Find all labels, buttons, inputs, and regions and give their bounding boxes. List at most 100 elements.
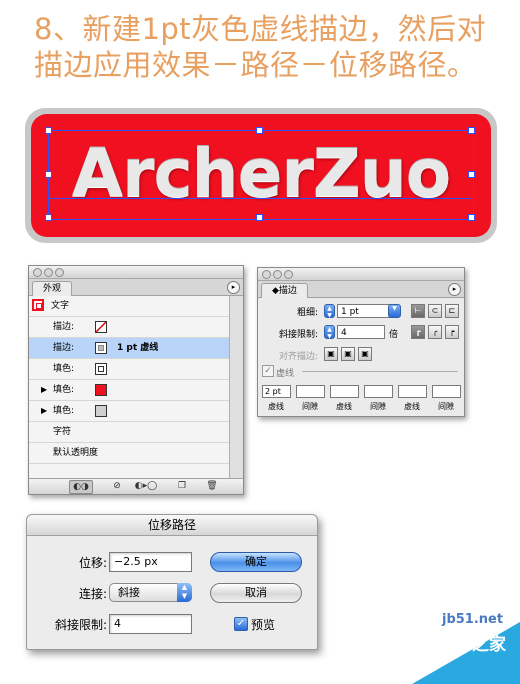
watermark-site: jb51.net <box>442 612 504 627</box>
reduce-to-basic-icon[interactable]: ◐▸◯ <box>133 480 159 492</box>
stroke-none-swatch[interactable] <box>95 321 107 333</box>
list-item[interactable]: ▶ 填色: <box>29 380 229 401</box>
stroke-description: 1 pt 虚线 <box>117 343 159 353</box>
disclosure-triangle-icon[interactable]: ▶ <box>41 401 47 421</box>
align-inside-icon[interactable]: ▣ <box>341 347 355 361</box>
miter-stepper[interactable]: ▲ ▼ <box>324 325 335 340</box>
dashed-line-checkbox[interactable]: ✓ <box>262 365 274 377</box>
join-select[interactable]: 斜接 ▲ ▼ <box>109 583 192 602</box>
selection-handle[interactable] <box>468 127 475 134</box>
gap-label: 间隙 <box>370 402 386 411</box>
tab-collapse-icon: ◆ <box>272 286 279 296</box>
selection-handle[interactable] <box>256 127 263 134</box>
dash-3-field[interactable] <box>398 385 427 398</box>
list-item[interactable]: 填色: <box>29 359 229 380</box>
weight-label: 粗细: <box>296 308 318 318</box>
close-button[interactable] <box>262 270 271 279</box>
selection-handle[interactable] <box>45 214 52 221</box>
preview-checkbox[interactable]: ✓ <box>234 617 248 631</box>
cancel-button[interactable]: 取消 <box>210 583 302 603</box>
selection-handle[interactable] <box>256 214 263 221</box>
disclosure-triangle-icon[interactable]: ▶ <box>41 380 47 400</box>
round-join-icon[interactable]: ╭ <box>428 325 442 339</box>
dialog-title: 位移路径 <box>27 515 317 536</box>
panel-titlebar <box>258 268 464 281</box>
miter-label: 斜接限制: <box>278 330 318 340</box>
selection-handle[interactable] <box>45 127 52 134</box>
dash-1-field[interactable]: 2 pt <box>262 385 291 398</box>
dash-2-field[interactable] <box>330 385 359 398</box>
dashed-line-label: 虚线 <box>276 369 295 379</box>
gap-1-field[interactable] <box>296 385 325 398</box>
minimize-button[interactable] <box>44 268 53 277</box>
selection-bounding-box[interactable] <box>48 130 474 220</box>
panel-tabbar: 外观 ▸ <box>29 279 243 296</box>
fill-gray-swatch[interactable] <box>95 405 107 417</box>
stroke-gray-swatch[interactable] <box>95 342 107 354</box>
list-item[interactable]: 文字 <box>29 296 229 317</box>
gap-2-field[interactable] <box>364 385 393 398</box>
selection-handle[interactable] <box>468 171 475 178</box>
preview-label: 预览 <box>251 618 276 632</box>
list-item-selected[interactable]: 描边: 1 pt 虚线 <box>29 338 229 359</box>
tab-stroke[interactable]: ◆描边 <box>261 283 308 298</box>
tab-label: 描边 <box>278 286 297 296</box>
baseline-guide <box>48 198 472 199</box>
panel-menu-icon[interactable]: ▸ <box>227 281 240 294</box>
miter-join-icon[interactable]: ┏ <box>411 325 425 339</box>
row-label: 文字 <box>51 301 70 311</box>
dash-label: 虚线 <box>268 402 284 411</box>
close-button[interactable] <box>33 268 42 277</box>
zoom-button[interactable] <box>55 268 64 277</box>
gap-3-field[interactable] <box>432 385 461 398</box>
list-item[interactable]: ▶ 填色: <box>29 401 229 422</box>
trash-icon[interactable]: 🗑 <box>205 480 219 492</box>
panel-footer: ◐◑ ⊘ ◐▸◯ ❐ 🗑 <box>29 478 243 494</box>
stroke-panel: ◆描边 ▸ 粗细: ▲ ▼ 1 pt ▼ ⊢ ⊂ ⊏ 斜接限制: ▲ ▼ 4 倍 ┏… <box>257 267 465 417</box>
offset-path-dialog: 位移路径 位移: −2.5 px 确定 连接: 斜接 ▲ ▼ 取消 斜接限制: 4… <box>26 514 318 650</box>
selection-handle[interactable] <box>45 171 52 178</box>
fill-red-swatch[interactable] <box>95 384 107 396</box>
dash-label: 虚线 <box>404 402 420 411</box>
gap-label: 间隙 <box>438 402 454 411</box>
watermark-name: 脚本之家 <box>438 635 506 655</box>
instruction-line-2: 描边应用效果－路径－位移路径。 <box>34 48 477 82</box>
join-label: 连接: <box>78 587 107 601</box>
align-center-icon[interactable]: ▣ <box>324 347 338 361</box>
select-arrows-icon: ▲ ▼ <box>177 583 192 602</box>
new-art-basic-appearance-icon[interactable]: ◐◑ <box>69 480 93 494</box>
row-label: 填色: <box>53 385 75 395</box>
row-label: 填色: <box>53 364 75 374</box>
minimize-button[interactable] <box>273 270 282 279</box>
scrollbar[interactable] <box>229 296 243 478</box>
row-label: 默认透明度 <box>53 448 99 458</box>
fill-swatch[interactable] <box>95 363 107 375</box>
selection-handle[interactable] <box>468 214 475 221</box>
miter-limit-field[interactable]: 4 <box>109 614 192 634</box>
zoom-button[interactable] <box>284 270 293 279</box>
list-item[interactable]: 字符 <box>29 422 229 443</box>
butt-cap-icon[interactable]: ⊢ <box>411 304 425 318</box>
projecting-cap-icon[interactable]: ⊏ <box>445 304 459 318</box>
offset-field[interactable]: −2.5 px <box>109 552 192 572</box>
weight-dropdown-icon[interactable]: ▼ <box>388 304 401 318</box>
ok-button[interactable]: 确定 <box>210 552 302 572</box>
panel-menu-icon[interactable]: ▸ <box>448 283 461 296</box>
round-cap-icon[interactable]: ⊂ <box>428 304 442 318</box>
offset-label: 位移: <box>78 556 107 570</box>
miter-field[interactable]: 4 <box>337 325 385 339</box>
clear-appearance-icon[interactable]: ⊘ <box>109 480 125 492</box>
panel-titlebar <box>29 266 243 279</box>
duplicate-item-icon[interactable]: ❐ <box>175 480 189 492</box>
tab-appearance[interactable]: 外观 <box>32 281 73 296</box>
list-item[interactable]: 默认透明度 <box>29 443 229 464</box>
bevel-join-icon[interactable]: ┍ <box>445 325 459 339</box>
weight-stepper[interactable]: ▲ ▼ <box>324 304 335 319</box>
join-select-value: 斜接 <box>118 586 140 599</box>
align-outside-icon[interactable]: ▣ <box>358 347 372 361</box>
gap-label: 间隙 <box>302 402 318 411</box>
list-item[interactable]: 描边: <box>29 317 229 338</box>
divider <box>302 371 458 372</box>
dash-label: 虚线 <box>336 402 352 411</box>
appearance-panel: 外观 ▸ 文字 描边: 描边: 1 pt 虚线 填色: ▶ 填色: ▶ 填色: … <box>28 265 244 495</box>
